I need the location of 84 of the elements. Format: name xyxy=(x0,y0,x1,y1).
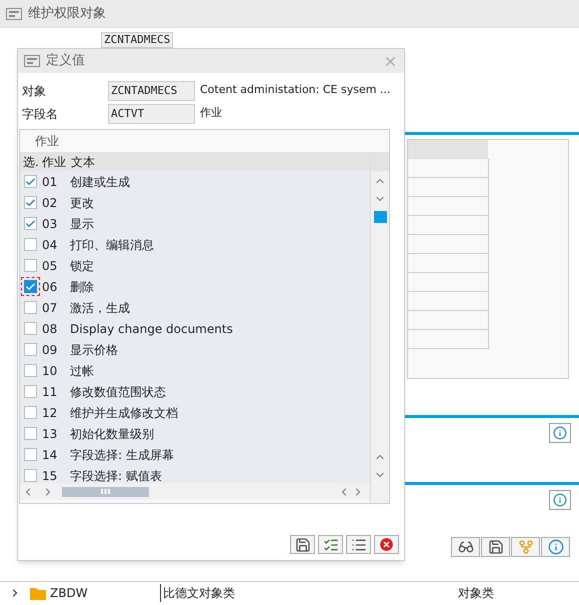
window-icon xyxy=(6,8,22,20)
window-title: 维护权限对象 xyxy=(28,4,106,23)
activity-code: 04 xyxy=(41,236,58,254)
checkbox[interactable] xyxy=(24,469,36,482)
activity-text: 显示 xyxy=(69,216,94,232)
activity-text: 锁定 xyxy=(69,258,94,274)
activity-code: 15 xyxy=(41,468,58,483)
checkbox[interactable] xyxy=(24,364,36,377)
activity-code: 09 xyxy=(41,342,58,358)
activity-text: 维护并生成修改文档 xyxy=(69,404,178,422)
cancel-icon xyxy=(378,536,395,553)
activity-code: 10 xyxy=(41,362,58,380)
checkbox[interactable] xyxy=(24,322,36,335)
activity-code: 02 xyxy=(41,194,58,212)
deselect-all-icon xyxy=(350,536,366,552)
activity-text: 打印、编辑消息 xyxy=(69,236,154,254)
hierarchy-icon xyxy=(518,539,534,555)
object-field: ZCNTADMECS xyxy=(101,32,174,48)
activity-code: 05 xyxy=(41,258,58,274)
dialog-button[interactable] xyxy=(318,535,343,554)
toolbar-button[interactable] xyxy=(481,537,510,557)
checkbox[interactable] xyxy=(24,385,36,398)
field-value: ZCNTADMECS xyxy=(108,80,195,100)
activity-text: 删除 xyxy=(69,278,94,296)
activity-text: 初始化数量级别 xyxy=(69,426,154,442)
activity-text: 过帐 xyxy=(69,362,94,380)
activity-text: 显示价格 xyxy=(69,342,118,358)
grip-icon xyxy=(101,489,110,494)
scrollbar-thumb[interactable] xyxy=(62,486,149,496)
activity-code: 11 xyxy=(41,384,58,400)
activity-text: 修改数值范围状态 xyxy=(69,384,166,400)
window-icon xyxy=(24,55,40,67)
toolbar-button[interactable] xyxy=(451,537,480,557)
activity-code: 08 xyxy=(41,320,58,338)
toolbar-button[interactable] xyxy=(541,537,570,557)
activity-code: 03 xyxy=(41,216,58,232)
tree-item-type: 对象类 xyxy=(458,585,494,602)
select-all-icon xyxy=(322,536,338,552)
activity-code: 06 xyxy=(41,278,58,296)
activity-text: 激活，生成 xyxy=(69,300,130,316)
checkbox[interactable] xyxy=(24,280,36,293)
tree-item-label[interactable]: ZBDW xyxy=(50,584,160,602)
checkbox[interactable] xyxy=(24,217,36,230)
column-header[interactable]: 文本 xyxy=(69,152,95,170)
info-button[interactable] xyxy=(549,423,571,443)
save-icon xyxy=(488,539,504,555)
activity-code: 12 xyxy=(41,404,58,422)
tree-item-description: 比德文对象类 xyxy=(160,584,458,602)
column-header[interactable]: 作业 xyxy=(40,152,69,170)
dialog-title: 定义值 xyxy=(46,52,86,70)
field-label: 对象 xyxy=(22,82,47,100)
checkbox[interactable] xyxy=(24,343,36,356)
field-description: Cotent administation: CE sysem ... xyxy=(200,82,390,98)
field-value: ACTVT xyxy=(108,104,195,124)
checkbox[interactable] xyxy=(24,448,36,461)
checkbox[interactable] xyxy=(24,406,36,419)
scrollbar-thumb[interactable] xyxy=(374,211,386,223)
field-description: 作业 xyxy=(200,105,222,122)
field-label: 字段名 xyxy=(22,106,59,122)
dialog-button[interactable] xyxy=(346,535,371,554)
activity-code: 13 xyxy=(41,426,58,442)
checkbox[interactable] xyxy=(24,238,36,251)
checkbox[interactable] xyxy=(24,301,36,314)
column-header[interactable]: 选. xyxy=(20,152,40,170)
info-button[interactable] xyxy=(549,490,571,510)
folder-icon xyxy=(30,586,46,600)
activity-text: Display change documents xyxy=(69,320,233,338)
table-title: 作业 xyxy=(35,133,59,150)
activity-text: 字段选择: 生成屏幕 xyxy=(69,446,174,464)
activity-code: 14 xyxy=(41,446,58,464)
checkbox[interactable] xyxy=(24,175,36,188)
activity-text: 创建或生成 xyxy=(69,174,130,190)
activity-text: 更改 xyxy=(69,194,94,212)
activity-code: 01 xyxy=(41,174,58,190)
glasses-icon xyxy=(458,539,474,555)
activity-code: 07 xyxy=(41,300,58,316)
dialog-button[interactable] xyxy=(290,535,315,554)
checkbox[interactable] xyxy=(24,259,36,272)
info-icon xyxy=(548,539,564,555)
checkbox[interactable] xyxy=(24,427,36,440)
dialog-button[interactable] xyxy=(374,535,399,554)
save-icon xyxy=(294,536,310,552)
checkbox[interactable] xyxy=(24,196,36,209)
activity-text: 字段选择: 赋值表 xyxy=(69,468,162,483)
